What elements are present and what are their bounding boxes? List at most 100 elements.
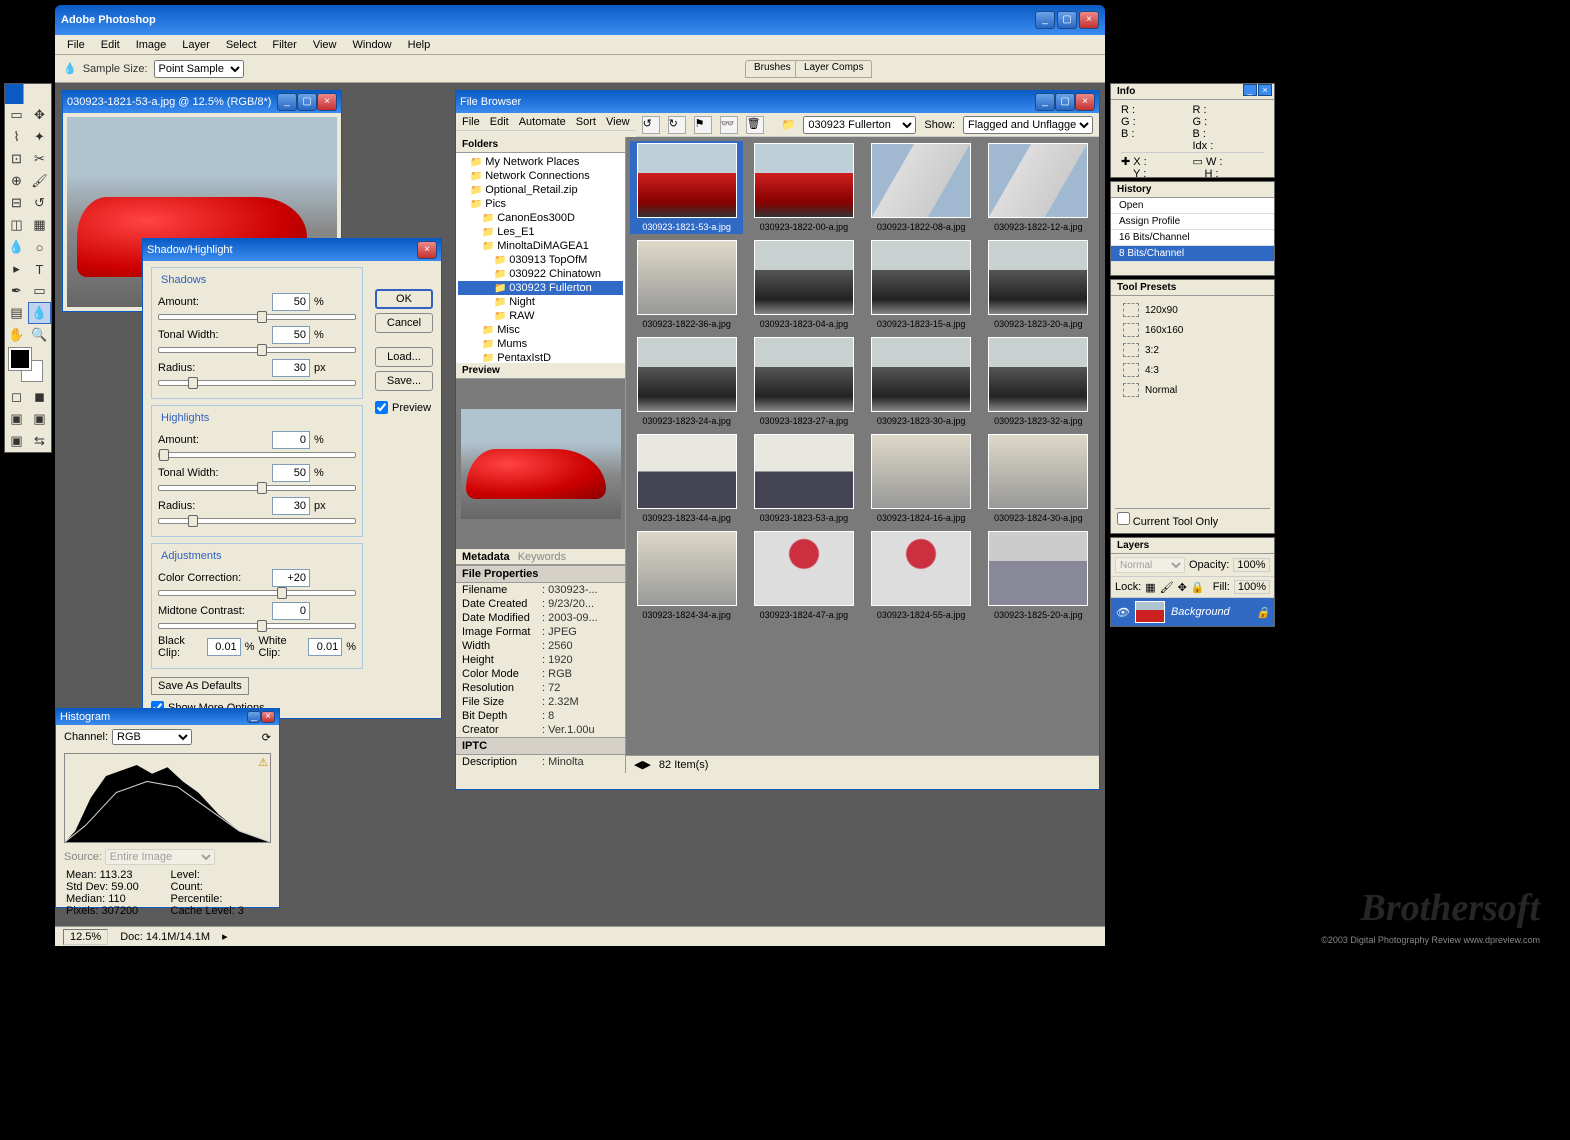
gradient-tool[interactable]: ▦ [28,214,51,236]
dock-tab-brushes[interactable]: Brushes [745,60,800,78]
thumbnail[interactable]: 030923-1822-00-a.jpg [747,141,860,234]
tree-node[interactable]: Night [458,295,623,309]
lock-move-icon[interactable]: ✥ [1178,581,1187,594]
menu-file[interactable]: File [59,37,93,53]
history-item[interactable]: Open [1111,198,1274,214]
tree-node[interactable]: Pics [458,197,623,211]
toggle-view-icon[interactable]: ◀▶ [634,758,651,771]
brush-tool[interactable]: 🖌 [28,170,51,192]
search-icon[interactable]: 👓 [720,116,738,134]
fb-menu-sort[interactable]: Sort [576,116,596,128]
save-button[interactable]: Save... [375,371,433,391]
lock-paint-icon[interactable]: 🖌 [1160,581,1174,594]
highlights-radius-slider[interactable] [158,518,356,524]
shadows-radius-input[interactable] [272,359,310,377]
thumbnail[interactable]: 030923-1825-20-a.jpg [982,529,1095,622]
preset-item[interactable]: 3:2 [1115,340,1270,360]
thumbnail[interactable]: 030923-1824-16-a.jpg [865,432,978,525]
tree-node[interactable]: 030913 TopOfM [458,253,623,267]
menu-edit[interactable]: Edit [93,37,128,53]
up-folder-icon[interactable]: 📁 [782,118,796,131]
histo-close-button[interactable]: × [261,711,275,723]
file-props-header[interactable]: File Properties [456,565,625,583]
dock-tab-layer-comps[interactable]: Layer Comps [795,60,872,78]
thumbnail[interactable]: 030923-1822-36-a.jpg [630,238,743,331]
thumbnail[interactable]: 030923-1824-47-a.jpg [747,529,860,622]
thumbnail[interactable]: 030923-1823-15-a.jpg [865,238,978,331]
blur-tool[interactable]: 💧 [5,236,28,258]
metadata-tab[interactable]: Metadata [462,551,510,563]
type-tool[interactable]: T [28,258,51,280]
highlights-radius-input[interactable] [272,497,310,515]
keywords-tab[interactable]: Keywords [518,551,566,563]
preview-tab[interactable]: Preview [456,363,625,379]
panel-min-icon[interactable]: _ [1243,84,1257,96]
history-brush-tool[interactable]: ↺ [28,192,51,214]
visibility-icon[interactable]: 👁 [1115,606,1129,619]
move-tool[interactable]: ✥ [28,104,51,126]
thumbnail[interactable]: 030923-1823-27-a.jpg [747,335,860,428]
menu-help[interactable]: Help [400,37,439,53]
thumbnail[interactable]: 030923-1824-55-a.jpg [865,529,978,622]
tree-node[interactable]: CanonEos300D [458,211,623,225]
preset-item[interactable]: 120x90 [1115,300,1270,320]
menu-image[interactable]: Image [128,37,175,53]
tree-node[interactable]: My Network Places [458,155,623,169]
mask-mode-quick[interactable]: ◼ [28,386,51,408]
thumbnail[interactable]: 030923-1824-30-a.jpg [982,432,1095,525]
warning-icon[interactable]: ⚠ [258,756,268,769]
thumbnail[interactable]: 030923-1821-53-a.jpg [630,141,743,234]
fb-maximize-button[interactable]: ▢ [1055,93,1075,111]
thumbnail[interactable]: 030923-1823-04-a.jpg [747,238,860,331]
thumbnail[interactable]: 030923-1823-32-a.jpg [982,335,1095,428]
fb-minimize-button[interactable]: _ [1035,93,1055,111]
fb-menu-file[interactable]: File [462,116,480,128]
lock-all-icon[interactable]: 🔒 [1191,581,1205,594]
sample-size-select[interactable]: Point Sample [154,60,244,78]
blend-mode-select[interactable]: Normal [1115,557,1185,573]
shadows-amount-input[interactable] [272,293,310,311]
minimize-button[interactable]: _ [1035,11,1055,29]
stamp-tool[interactable]: ⊟ [5,192,28,214]
thumbnail[interactable]: 030923-1823-24-a.jpg [630,335,743,428]
zoom-level[interactable]: 12.5% [63,929,108,945]
preview-checkbox[interactable]: Preview [375,401,433,414]
black-clip-input[interactable] [207,638,241,656]
tool-presets-tab[interactable]: Tool Presets [1111,280,1274,296]
layers-tab[interactable]: Layers [1111,538,1274,554]
tree-node[interactable]: RAW [458,309,623,323]
history-item[interactable]: Assign Profile [1111,214,1274,230]
white-clip-input[interactable] [308,638,342,656]
history-item[interactable]: 8 Bits/Channel [1111,246,1274,262]
histo-min-button[interactable]: _ [247,711,261,723]
eyedropper-tool[interactable]: 💧 [28,302,51,324]
eraser-tool[interactable]: ◫ [5,214,28,236]
fill-value[interactable]: 100% [1234,580,1270,594]
color-correction-input[interactable] [272,569,310,587]
shadows-tonal-input[interactable] [272,326,310,344]
trash-icon[interactable]: 🗑 [746,116,764,134]
thumbnail[interactable]: 030923-1822-08-a.jpg [865,141,978,234]
tree-node[interactable]: Network Connections [458,169,623,183]
menu-filter[interactable]: Filter [264,37,304,53]
screen-full-menu[interactable]: ▣ [28,408,51,430]
iptc-header[interactable]: IPTC [456,737,625,755]
wand-tool[interactable]: ✦ [28,126,51,148]
histogram-titlebar[interactable]: Histogram _ × [56,709,279,725]
document-titlebar[interactable]: 030923-1821-53-a.jpg @ 12.5% (RGB/8*) _ … [63,91,341,113]
tree-node[interactable]: MinoltaDiMAGEA1 [458,239,623,253]
doc-maximize-button[interactable]: ▢ [297,93,317,111]
shadows-tonal-slider[interactable] [158,347,356,353]
color-correction-slider[interactable] [158,590,356,596]
screen-std[interactable]: ▣ [5,408,28,430]
histogram-channel-select[interactable]: RGB [112,729,192,745]
file-browser-titlebar[interactable]: File Browser _ ▢ × [456,91,1099,113]
shadows-amount-slider[interactable] [158,314,356,320]
tree-node[interactable]: Misc [458,323,623,337]
marquee-tool[interactable]: ▭ [5,104,28,126]
lock-transparency-icon[interactable]: ▦ [1145,581,1155,594]
fb-close-button[interactable]: × [1075,93,1095,111]
highlights-amount-slider[interactable] [158,452,356,458]
shape-tool[interactable]: ▭ [28,280,51,302]
history-tab[interactable]: History [1111,182,1274,198]
